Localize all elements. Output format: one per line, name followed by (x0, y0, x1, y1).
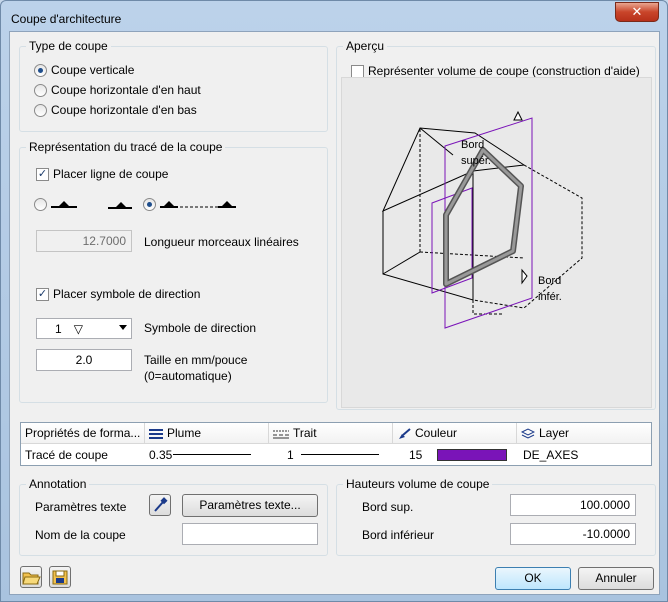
radio-label: Coupe horizontale d'en haut (51, 83, 201, 97)
hauteurs-title: Hauteurs volume de coupe (343, 477, 493, 491)
radio-label: Coupe verticale (51, 63, 135, 77)
save-favorites-button[interactable] (49, 566, 71, 588)
close-button[interactable]: ✕ (615, 2, 659, 22)
section-line-style-1-icon (51, 201, 77, 208)
type-coupe-title: Type de coupe (26, 39, 111, 53)
row-plume: 0.35 (149, 448, 173, 462)
parametres-texte-button[interactable]: Paramètres texte... (182, 494, 318, 517)
checkbox-label: Placer ligne de coupe (53, 167, 169, 181)
column-header-trait[interactable]: Trait (269, 423, 393, 444)
ok-button[interactable]: OK (495, 567, 571, 590)
trait-sample (301, 454, 379, 455)
column-header-plume[interactable]: Plume (145, 423, 269, 444)
bord-inf-input[interactable]: -10.0000 (510, 523, 636, 545)
bord-sup-input[interactable]: 100.0000 (510, 494, 636, 516)
checkbox-label: Représenter volume de coupe (constructio… (368, 64, 640, 78)
bord-inf-label-2: infér. (538, 291, 562, 303)
checkbox-indicator[interactable]: ✓ (36, 287, 49, 301)
symbole-select[interactable]: 1 ▽ (36, 318, 132, 339)
color-swatch (437, 449, 507, 461)
title-bar[interactable]: Coupe d'architecture ✕ (1, 1, 667, 31)
checkbox-label: Placer symbole de direction (53, 287, 201, 301)
dialog-window: Coupe d'architecture ✕ Type de coupe Cou… (0, 0, 668, 602)
pen-lines-icon (149, 428, 163, 439)
representation-group: Représentation du tracé de la coupe ✓ Pl… (19, 140, 328, 403)
layers-icon (521, 427, 535, 439)
radio-indicator[interactable] (34, 83, 47, 97)
folder-open-icon (22, 572, 41, 585)
nom-coupe-label: Nom de la coupe (35, 528, 126, 542)
window-title: Coupe d'architecture (11, 12, 122, 26)
annotation-title: Annotation (26, 477, 90, 491)
eyedropper-button[interactable] (149, 494, 171, 516)
triangle-down-icon: ▽ (73, 321, 83, 336)
row-name: Tracé de coupe (25, 448, 108, 462)
properties-table: Propriétés de forma... Plume Trait Coule… (20, 422, 652, 466)
column-header-properties[interactable]: Propriétés de forma... (21, 423, 145, 444)
radio-indicator[interactable] (34, 197, 47, 211)
taille-label-2: (0=automatique) (144, 369, 232, 383)
longueur-label: Longueur morceaux linéaires (144, 235, 299, 249)
bord-sup-label: Bord sup. (362, 500, 414, 514)
annotation-group: Annotation Paramètres texte Paramètres t… (19, 477, 328, 556)
representation-title: Représentation du tracé de la coupe (26, 140, 226, 154)
dialog-client: Type de coupe Coupe verticale Coupe hori… (9, 31, 660, 595)
hauteurs-group: Hauteurs volume de coupe Bord sup. 100.0… (336, 477, 656, 556)
open-favorites-button[interactable] (20, 566, 42, 588)
section-preview-drawing: Bord supér. Bord infér. (382, 110, 583, 329)
line-style-option-3[interactable] (143, 197, 240, 211)
bord-inf-label: Bord inférieur (362, 528, 435, 542)
cancel-button[interactable]: Annuler (578, 567, 654, 590)
bord-sup-label-1: Bord (461, 139, 484, 151)
radio-coupe-horizontale-bas[interactable]: Coupe horizontale d'en bas (34, 103, 197, 117)
radio-indicator[interactable] (34, 103, 47, 117)
volume-checkbox[interactable]: Représenter volume de coupe (constructio… (351, 64, 640, 78)
bord-sup-label-2: supér. (461, 155, 491, 167)
column-header-couleur[interactable]: Couleur (393, 423, 517, 444)
apercu-title: Aperçu (343, 39, 388, 53)
close-icon: ✕ (631, 4, 643, 19)
symbole-value: 1 (55, 321, 62, 336)
checkbox-indicator[interactable]: ✓ (36, 167, 49, 181)
line-type-icon (273, 430, 289, 438)
column-header-layer[interactable]: Layer (517, 423, 651, 444)
radio-indicator[interactable] (34, 63, 47, 77)
radio-label: Coupe horizontale d'en bas (51, 103, 197, 117)
row-layer: DE_AXES (523, 448, 579, 462)
longueur-input[interactable]: 12.7000 (36, 230, 132, 252)
symbole-label: Symbole de direction (144, 321, 257, 335)
row-couleur: 15 (409, 448, 423, 462)
radio-indicator[interactable] (143, 197, 156, 211)
taille-label-1: Taille en mm/pouce (144, 353, 248, 367)
chevron-down-icon (119, 325, 127, 330)
line-style-option-1[interactable] (34, 197, 81, 211)
plume-sample (173, 454, 251, 455)
type-coupe-group: Type de coupe Coupe verticale Coupe hori… (19, 39, 328, 132)
placer-ligne-checkbox[interactable]: ✓ Placer ligne de coupe (36, 167, 168, 181)
table-header: Propriétés de forma... Plume Trait Coule… (21, 423, 651, 444)
paint-brush-icon (399, 427, 411, 439)
placer-symbole-checkbox[interactable]: ✓ Placer symbole de direction (36, 287, 200, 301)
nom-coupe-input[interactable] (182, 523, 318, 545)
preview-area: Bord supér. Bord infér. (341, 77, 652, 408)
section-line-style-2-icon (108, 202, 132, 209)
taille-input[interactable]: 2.0 (36, 349, 132, 371)
eyedropper-icon (154, 497, 168, 512)
radio-coupe-horizontale-haut[interactable]: Coupe horizontale d'en haut (34, 83, 201, 97)
radio-coupe-verticale[interactable]: Coupe verticale (34, 63, 134, 77)
parametres-texte-label: Paramètres texte (35, 500, 127, 514)
row-trait: 1 (287, 448, 294, 462)
bord-inf-label-1: Bord (538, 275, 561, 287)
checkbox-indicator[interactable] (351, 64, 364, 78)
save-favorites-icon (52, 570, 68, 585)
section-line-style-3-icon (160, 201, 236, 208)
